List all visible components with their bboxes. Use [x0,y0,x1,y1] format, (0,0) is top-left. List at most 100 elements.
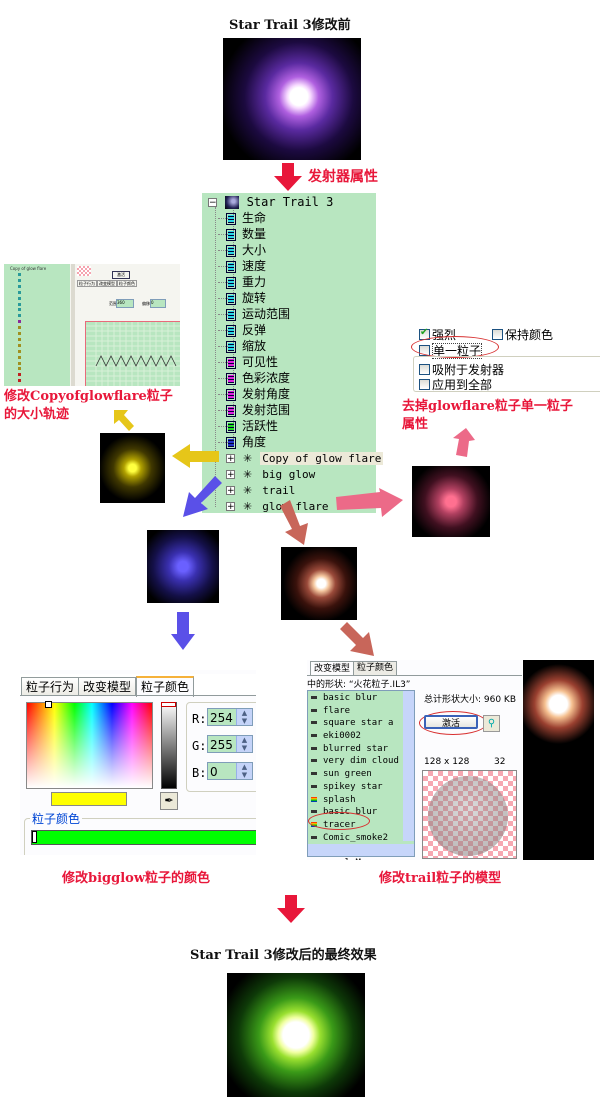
tree-property-item[interactable]: 角度 [218,434,266,450]
model-list-item[interactable]: spikey star [311,781,414,794]
gradient-key-handle[interactable] [32,831,37,843]
model-list-item[interactable]: basic blur [311,692,414,705]
model-list-item[interactable]: eki0002 [311,730,414,743]
eyedropper-icon[interactable]: ✒ [160,792,178,810]
tree-property-item[interactable]: 重力 [218,274,266,290]
tree-particle-label: Copy of glow flare [260,452,384,465]
copy-glow-flare-effect [100,433,165,503]
mini-range-input[interactable]: 360 [116,299,134,308]
checkbox-apply-all[interactable]: 应用到全部 [419,374,492,393]
tree-property-item[interactable]: 旋转 [218,290,266,306]
model-list-item[interactable]: square star a [311,717,414,730]
activate-button[interactable]: 激活 [424,715,478,729]
mini-activate-button[interactable]: 激活 [112,271,130,279]
mini-tree-item[interactable] [18,278,21,282]
tree-property-item[interactable]: 色彩浓度 [218,370,290,386]
mini-tree-item[interactable] [18,284,21,288]
tree-root[interactable]: − Star Trail 3 [208,194,333,210]
tree-property-item[interactable]: 速度 [218,258,266,274]
tab-change-model[interactable]: 改变模型 [78,677,137,695]
expand-icon[interactable]: + [226,454,235,464]
checkbox-keep-color[interactable]: 保持颜色 [492,324,553,343]
model-list-hscrollbar[interactable] [308,844,414,856]
pin-icon[interactable]: ⚲ [483,715,500,732]
tree-property-item[interactable]: 发射范围 [218,402,290,418]
mini-tree-item[interactable] [18,343,21,347]
mini-tab[interactable]: 粒子行为 [77,280,97,287]
model-list-item[interactable]: splash [311,794,414,807]
tab-change-model[interactable]: 改变模型 [310,661,355,676]
model-icon [311,721,317,725]
right-arrow-icon [336,488,403,517]
mini-tree-item[interactable] [18,296,21,300]
model-list-item[interactable]: cercleM [311,857,414,860]
model-label: sun green [323,769,372,780]
mini-tree-item[interactable] [18,302,21,306]
checkbox-icon[interactable] [419,379,430,390]
mini-splitter[interactable] [71,264,75,386]
tree-particle-item[interactable]: + ✳ trail [226,482,297,498]
tree-particle-item[interactable]: + ✳ Copy of glow flare [226,450,384,466]
mini-tree-item[interactable] [18,373,21,377]
r-spinner[interactable]: ▲ ▼ [236,709,252,725]
down-arrow-icon [274,163,302,191]
tree-particle-item[interactable]: + ✳ glow flare [226,498,330,514]
mini-tree-item[interactable] [18,379,21,383]
mini-tree-item[interactable] [18,314,21,318]
b-input[interactable]: 0 ▲ ▼ [207,762,253,780]
tree-property-item[interactable]: 反弹 [218,322,266,338]
spectrum-cursor[interactable] [45,701,52,708]
model-list-item[interactable]: very dim cloud [311,755,414,768]
mini-tree-item[interactable] [18,308,21,312]
tree-property-item[interactable]: 活跃性 [218,418,278,434]
g-input[interactable]: 255 ▲ ▼ [207,735,253,753]
shape-depth: 32 [494,757,506,767]
mini-tree-item[interactable] [18,337,21,341]
b-spinner[interactable]: ▲ ▼ [236,763,252,779]
model-list-item[interactable]: flare [311,705,414,718]
color-spectrum-picker[interactable] [26,702,153,789]
model-list-scrollbar[interactable] [403,691,414,841]
mini-tree-item[interactable] [18,361,21,365]
tree-property-item[interactable]: 发射角度 [218,386,290,402]
collapse-icon[interactable]: − [208,198,217,208]
mini-tree-item[interactable] [18,355,21,359]
model-list-item[interactable]: sun green [311,768,414,781]
tree-particle-item[interactable]: + ✳ big glow [226,466,317,482]
mini-tree-item[interactable] [18,320,21,324]
model-list[interactable]: basic blur flare square star a eki0002 blurr… [307,690,415,860]
tree-property-item[interactable]: 生命 [218,210,266,226]
expand-icon[interactable]: + [226,502,235,512]
tree-property-item[interactable]: 运动范围 [218,306,290,322]
mini-tree-item[interactable] [18,273,21,276]
g-spinner[interactable]: ▲ ▼ [236,736,252,752]
tab-particle-color[interactable]: 粒子颜色 [353,661,398,675]
r-input[interactable]: 254 ▲ ▼ [207,708,253,726]
big-glow-effect [147,530,219,603]
mini-tree-item[interactable] [18,290,21,294]
tree-property-item[interactable]: 可见性 [218,354,278,370]
model-list-item[interactable]: blurred star [311,743,414,756]
left-caption-line2: 的大小轨迹 [4,407,70,422]
expand-icon[interactable]: + [226,486,235,496]
mini-offset-input[interactable]: 0 [150,299,166,308]
tree-property-item[interactable]: 大小 [218,242,266,258]
mini-tree-item[interactable] [18,367,21,371]
checkbox-icon[interactable] [492,329,503,340]
mini-tree-item[interactable] [18,349,21,353]
expand-icon[interactable]: + [226,470,235,480]
tree-property-item[interactable]: 缩放 [218,338,266,354]
mini-tree-item[interactable] [18,332,21,335]
tree-property-item[interactable]: 数量 [218,226,266,242]
tab-particle-behavior[interactable]: 粒子行为 [21,677,80,695]
brightness-handle[interactable] [161,702,176,707]
mini-tab[interactable]: 改变模型 [97,280,117,287]
size-graph[interactable] [85,321,180,386]
brightness-slider[interactable] [161,702,177,789]
mini-tree-item[interactable] [18,326,21,330]
mini-tab[interactable]: 粒子颜色 [117,280,137,287]
tab-particle-color[interactable]: 粒子颜色 [136,676,195,697]
down-right-arrow-icon [340,622,374,656]
color-gradient-bar[interactable] [31,830,256,845]
model-list-item[interactable]: Comic_smoke2 [311,832,414,845]
